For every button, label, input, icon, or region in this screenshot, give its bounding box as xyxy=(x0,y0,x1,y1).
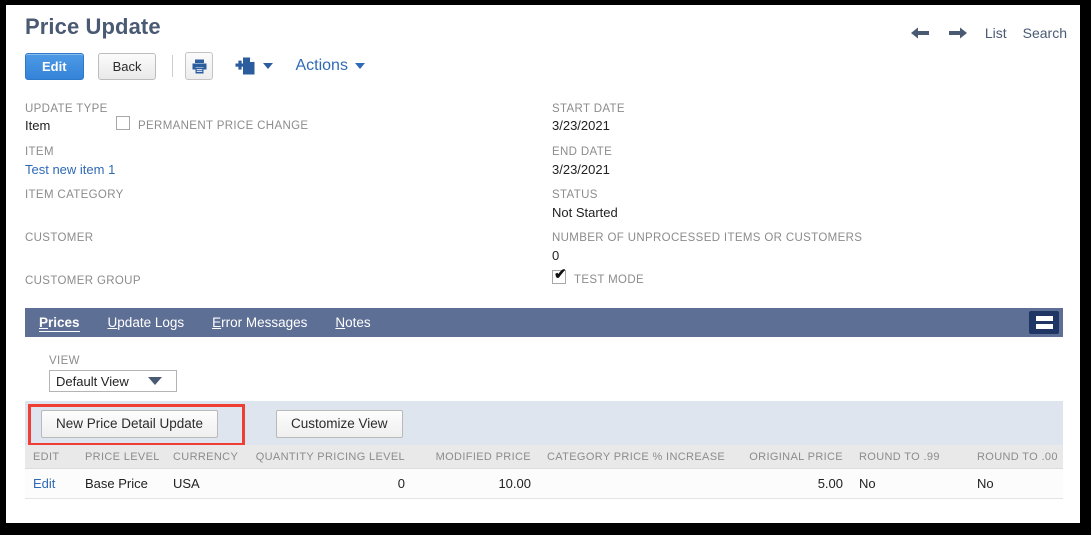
tab-error-messages-label: rror Messages xyxy=(221,315,307,330)
actions-menu[interactable]: Actions xyxy=(295,57,364,75)
view-label: View xyxy=(49,355,80,367)
row-price-level: Base Price xyxy=(77,469,165,499)
customer-group-label: Customer Group xyxy=(25,275,141,287)
tab-error-messages-accel: E xyxy=(212,315,221,330)
row-round-to-99: No xyxy=(851,469,969,499)
unprocessed-count-value: 0 xyxy=(552,248,559,263)
price-detail-table: Edit Price Level Currency Quantity Prici… xyxy=(25,445,1063,499)
col-modified-price: Modified Price xyxy=(413,445,539,469)
table-header-row: Edit Price Level Currency Quantity Prici… xyxy=(25,445,1063,469)
arrow-left-icon[interactable] xyxy=(909,25,931,41)
item-value-link[interactable]: Test new item 1 xyxy=(25,162,115,177)
row-round-to-00: No xyxy=(969,469,1063,499)
update-type-value: Item xyxy=(25,118,50,133)
view-select-value: Default View xyxy=(56,374,129,389)
update-type-label: Update Type xyxy=(25,103,108,115)
grid-button-strip: New Price Detail Update Customize View xyxy=(25,401,1063,445)
new-record-icon[interactable] xyxy=(235,56,273,76)
page-title: Price Update xyxy=(25,14,161,40)
list-view-bar xyxy=(1036,316,1053,321)
test-mode-checkbox[interactable]: ✔ xyxy=(552,270,566,284)
checkmark-icon: ✔ xyxy=(554,267,567,282)
new-price-detail-update-button[interactable]: New Price Detail Update xyxy=(41,410,218,438)
actions-label: Actions xyxy=(295,57,347,75)
status-value: Not Started xyxy=(552,205,618,220)
chevron-down-icon xyxy=(355,63,365,69)
list-view-icon[interactable] xyxy=(1029,311,1059,334)
row-currency: USA xyxy=(165,469,247,499)
tab-notes-accel: N xyxy=(335,315,345,330)
tab-prices-label: rices xyxy=(48,315,80,330)
record-toolbar: Edit Back Actions xyxy=(25,50,365,82)
table-row[interactable]: Edit Base Price USA 0 10.00 5.00 No No xyxy=(25,469,1063,499)
permanent-price-change-checkbox[interactable] xyxy=(116,116,130,130)
item-label: Item xyxy=(25,146,54,158)
tab-update-logs-label: pdate Logs xyxy=(117,315,184,330)
row-original-price: 5.00 xyxy=(729,469,851,499)
unprocessed-count-label: Number of Unprocessed Items or Customers xyxy=(552,232,862,244)
col-original-price: Original Price xyxy=(729,445,851,469)
tab-notes[interactable]: Notes xyxy=(321,315,384,330)
customize-view-button[interactable]: Customize View xyxy=(276,410,403,438)
tab-prices-accel: P xyxy=(39,315,48,330)
row-edit-link[interactable]: Edit xyxy=(25,469,77,499)
chevron-down-icon xyxy=(263,63,273,69)
col-currency: Currency xyxy=(165,445,247,469)
row-quantity-pricing-level: 0 xyxy=(247,469,413,499)
top-navigation: List Search xyxy=(909,25,1067,41)
tab-strip: Prices Update Logs Error Messages Notes xyxy=(25,308,1063,337)
row-modified-price: 10.00 xyxy=(413,469,539,499)
tab-error-messages[interactable]: Error Messages xyxy=(198,315,321,330)
status-label: Status xyxy=(552,189,598,201)
chevron-down-icon xyxy=(148,377,162,385)
start-date-label: Start Date xyxy=(552,103,625,115)
toolbar-divider xyxy=(172,55,173,77)
tab-update-logs[interactable]: Update Logs xyxy=(94,315,199,330)
back-button[interactable]: Back xyxy=(98,53,157,80)
tab-update-logs-accel: U xyxy=(108,315,118,330)
end-date-value: 3/23/2021 xyxy=(552,162,610,177)
application-window: Price Update List Search Edit Back xyxy=(6,5,1080,523)
start-date-value: 3/23/2021 xyxy=(552,118,610,133)
view-select[interactable]: Default View xyxy=(49,370,177,392)
test-mode-label: Test Mode xyxy=(574,274,644,286)
list-view-bar xyxy=(1036,324,1053,329)
end-date-label: End Date xyxy=(552,146,612,158)
search-link[interactable]: Search xyxy=(1023,25,1067,41)
col-round-to-99: Round To .99 xyxy=(851,445,969,469)
item-category-label: Item Category xyxy=(25,189,124,201)
customer-label: Customer xyxy=(25,232,93,244)
permanent-price-change-label: Permanent Price Change xyxy=(138,120,308,132)
tab-prices[interactable]: Prices xyxy=(25,315,94,330)
tab-notes-label: otes xyxy=(345,315,371,330)
list-link[interactable]: List xyxy=(985,25,1007,41)
edit-button[interactable]: Edit xyxy=(25,53,84,80)
col-quantity-pricing-level: Quantity Pricing Level xyxy=(247,445,413,469)
print-icon[interactable] xyxy=(185,52,213,80)
row-category-price-pct-increase xyxy=(539,469,729,499)
col-category-price-pct-increase: Category Price % Increase xyxy=(539,445,729,469)
col-price-level: Price Level xyxy=(77,445,165,469)
col-edit: Edit xyxy=(25,445,77,469)
arrow-right-icon[interactable] xyxy=(947,25,969,41)
col-round-to-00: Round To .00 xyxy=(969,445,1063,469)
